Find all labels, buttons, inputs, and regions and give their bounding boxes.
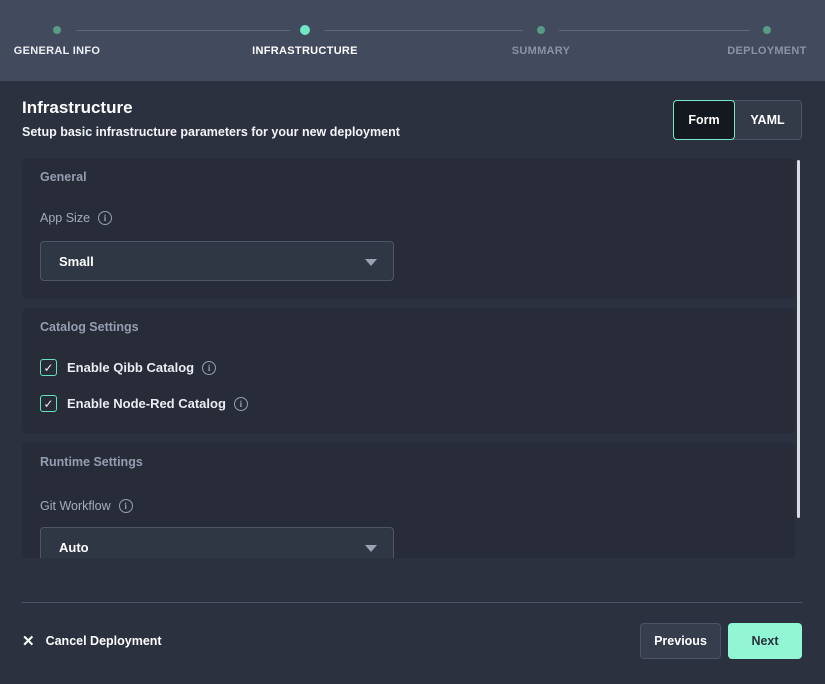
qibb-catalog-checkbox[interactable]: ✓: [40, 359, 57, 376]
page-title: Infrastructure: [22, 98, 133, 118]
section-runtime-settings: Runtime Settings Git Workflow i Auto: [22, 443, 795, 558]
stepper-connector: [76, 30, 290, 31]
form-toggle-button[interactable]: Form: [673, 100, 735, 140]
deployment-wizard: GENERAL INFO INFRASTRUCTURE SUMMARY DEPL…: [0, 0, 825, 684]
step-label-general-info[interactable]: GENERAL INFO: [14, 45, 101, 57]
step-label-summary[interactable]: SUMMARY: [512, 45, 571, 57]
step-dot-infrastructure[interactable]: [300, 25, 310, 35]
page-subtitle: Setup basic infrastructure parameters fo…: [22, 125, 400, 139]
step-dot-general-info[interactable]: [53, 26, 61, 34]
next-button[interactable]: Next: [728, 623, 802, 659]
info-icon[interactable]: i: [119, 499, 133, 513]
git-workflow-select[interactable]: Auto: [40, 527, 394, 558]
qibb-catalog-label: Enable Qibb Catalog: [67, 360, 194, 375]
section-runtime-heading: Runtime Settings: [40, 455, 143, 469]
yaml-toggle-button[interactable]: YAML: [733, 100, 802, 140]
git-workflow-label: Git Workflow: [40, 499, 111, 513]
close-icon: ✕: [22, 634, 35, 649]
qibb-catalog-row: ✓ Enable Qibb Catalog i: [40, 359, 216, 376]
cancel-deployment-button[interactable]: ✕ Cancel Deployment: [22, 630, 162, 652]
view-mode-toggle: Form YAML: [673, 100, 802, 140]
form-scroll-area: General App Size i Small Catalog Setting…: [0, 158, 825, 558]
app-size-select[interactable]: Small: [40, 241, 394, 281]
app-size-label-row: App Size i: [40, 211, 112, 225]
wizard-stepper: GENERAL INFO INFRASTRUCTURE SUMMARY DEPL…: [0, 0, 825, 81]
cancel-deployment-label: Cancel Deployment: [46, 634, 162, 648]
section-general-heading: General: [40, 170, 87, 184]
app-size-label: App Size: [40, 211, 90, 225]
nodered-catalog-label: Enable Node-Red Catalog: [67, 396, 226, 411]
git-workflow-label-row: Git Workflow i: [40, 499, 133, 513]
stepper-connector: [324, 30, 523, 31]
section-catalog-settings: Catalog Settings ✓ Enable Qibb Catalog i…: [22, 308, 795, 434]
step-label-deployment[interactable]: DEPLOYMENT: [727, 45, 806, 57]
section-general: General App Size i Small: [22, 158, 795, 299]
info-icon[interactable]: i: [98, 211, 112, 225]
chevron-down-icon: [365, 545, 377, 552]
step-label-infrastructure[interactable]: INFRASTRUCTURE: [252, 45, 358, 57]
git-workflow-value: Auto: [59, 540, 89, 555]
info-icon[interactable]: i: [234, 397, 248, 411]
previous-button[interactable]: Previous: [640, 623, 721, 659]
chevron-down-icon: [365, 259, 377, 266]
footer-divider: [22, 602, 802, 603]
info-icon[interactable]: i: [202, 361, 216, 375]
nodered-catalog-checkbox[interactable]: ✓: [40, 395, 57, 412]
app-size-value: Small: [59, 254, 94, 269]
nodered-catalog-row: ✓ Enable Node-Red Catalog i: [40, 395, 248, 412]
vertical-scrollbar[interactable]: [797, 160, 800, 518]
stepper-connector: [559, 30, 750, 31]
step-dot-summary[interactable]: [537, 26, 545, 34]
step-dot-deployment[interactable]: [763, 26, 771, 34]
section-catalog-heading: Catalog Settings: [40, 320, 139, 334]
